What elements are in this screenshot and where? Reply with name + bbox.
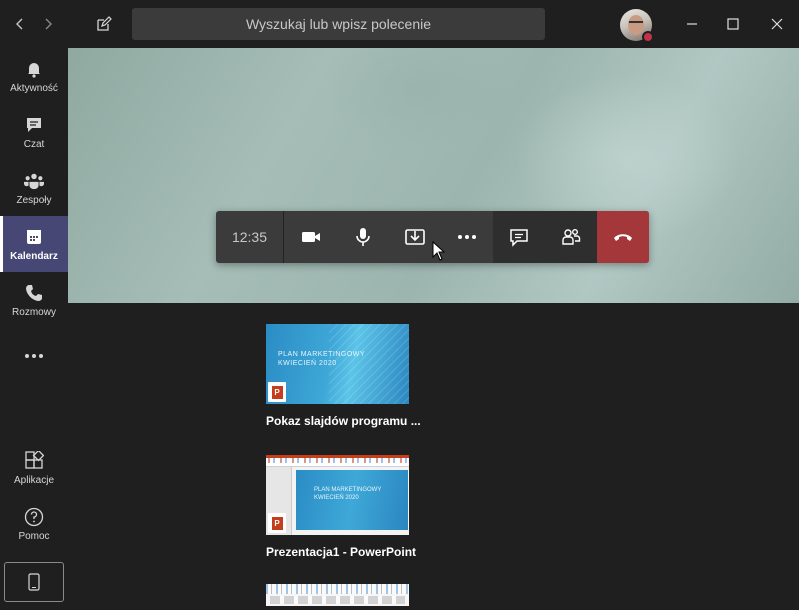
chevron-right-icon <box>45 18 52 30</box>
maximize-icon <box>727 18 739 30</box>
meeting-chat-button[interactable] <box>493 211 545 263</box>
rail-item-teams[interactable]: Zespoły <box>0 160 68 216</box>
video-stage <box>68 48 799 303</box>
minimize-button[interactable] <box>680 12 704 36</box>
rail-item-label: Aplikacje <box>13 474 55 486</box>
rail-item-label: Pomoc <box>18 530 50 542</box>
title-bar: Wyszukaj lub wpisz polecenie <box>0 0 799 48</box>
teams-icon <box>24 171 44 191</box>
rail-item-label: Czat <box>23 138 45 150</box>
more-horizontal-icon <box>458 235 476 239</box>
more-actions-button[interactable] <box>441 211 493 263</box>
share-item-label: Prezentacja1 - PowerPoint <box>266 545 417 559</box>
rail-item-help[interactable]: Pomoc <box>0 496 68 552</box>
avatar[interactable] <box>620 9 654 43</box>
bell-icon <box>24 59 44 79</box>
rail-item-activity[interactable]: Aktywność <box>0 48 68 104</box>
apps-icon <box>24 450 44 471</box>
powerpoint-icon: P <box>268 382 286 402</box>
participants-button[interactable] <box>545 211 597 263</box>
ppt-slide: PLAN MARKETINGOWY KWIECIEŃ 2020 <box>296 470 408 530</box>
back-button[interactable] <box>8 12 32 36</box>
calendar-icon <box>24 227 44 247</box>
mobile-phone-icon <box>28 573 40 591</box>
mic-button[interactable] <box>337 211 389 263</box>
ppt-titlebar <box>266 455 409 458</box>
mouse-cursor-icon <box>432 241 446 261</box>
share-item-window[interactable]: PLAN MARKETINGOWY KWIECIEŃ 2020 P Prezen… <box>266 455 416 559</box>
microphone-icon <box>356 228 370 246</box>
powerpoint-icon: P <box>268 513 286 533</box>
rail-more-button[interactable] <box>0 328 68 384</box>
app-rail: Aktywność Czat Zespoły Kalendarz Rozmowy… <box>0 48 68 610</box>
presence-busy-icon <box>642 31 654 43</box>
compose-icon <box>97 16 112 31</box>
close-button[interactable] <box>765 12 789 36</box>
avatar-face <box>628 15 644 35</box>
rail-item-label: Zespoły <box>16 194 52 206</box>
help-icon <box>24 507 44 527</box>
search-placeholder: Wyszukaj lub wpisz polecenie <box>245 16 432 32</box>
search-input[interactable]: Wyszukaj lub wpisz polecenie <box>132 8 545 40</box>
phone-hangup-icon <box>614 234 632 241</box>
slide-title: PLAN MARKETINGOWY KWIECIEŃ 2020 <box>278 351 366 367</box>
rail-item-label: Kalendarz <box>10 250 58 262</box>
chevron-left-icon <box>16 18 23 30</box>
rail-item-calls[interactable]: Rozmowy <box>0 272 68 328</box>
forward-button[interactable] <box>36 12 60 36</box>
new-chat-button[interactable] <box>92 12 116 36</box>
slide-title: PLAN MARKETINGOWY KWIECIEŃ 2020 <box>314 487 382 501</box>
share-item-thumbnail: PLAN MARKETINGOWY KWIECIEŃ 2020 P <box>266 324 409 404</box>
rail-item-label: Aktywność <box>10 82 58 94</box>
camera-button[interactable] <box>285 211 337 263</box>
hang-up-button[interactable] <box>597 211 649 263</box>
avatar-glasses <box>629 21 643 25</box>
rail-item-label: Rozmowy <box>12 306 56 318</box>
rail-item-apps[interactable]: Aplikacje <box>0 440 68 496</box>
device-button[interactable] <box>4 562 64 602</box>
share-item-thumbnail <box>266 584 409 606</box>
close-icon <box>771 18 783 30</box>
rail-item-chat[interactable]: Czat <box>0 104 68 160</box>
chat-icon <box>24 115 44 135</box>
share-item-window-3[interactable] <box>266 584 409 606</box>
share-item-label: Pokaz slajdów programu ... <box>266 414 421 428</box>
participants-icon <box>562 229 581 245</box>
more-horizontal-icon <box>24 346 44 366</box>
share-item-thumbnail: PLAN MARKETINGOWY KWIECIEŃ 2020 P <box>266 455 409 535</box>
chat-icon <box>510 229 528 247</box>
share-tray-icon <box>405 229 425 245</box>
call-duration: 12:35 <box>216 211 284 263</box>
phone-icon <box>24 283 44 303</box>
video-camera-icon <box>302 232 320 242</box>
minimize-icon <box>687 23 697 25</box>
rail-item-calendar[interactable]: Kalendarz <box>0 216 68 272</box>
share-item-slideshow[interactable]: PLAN MARKETINGOWY KWIECIEŃ 2020 P Pokaz … <box>266 324 421 428</box>
maximize-button[interactable] <box>721 12 745 36</box>
